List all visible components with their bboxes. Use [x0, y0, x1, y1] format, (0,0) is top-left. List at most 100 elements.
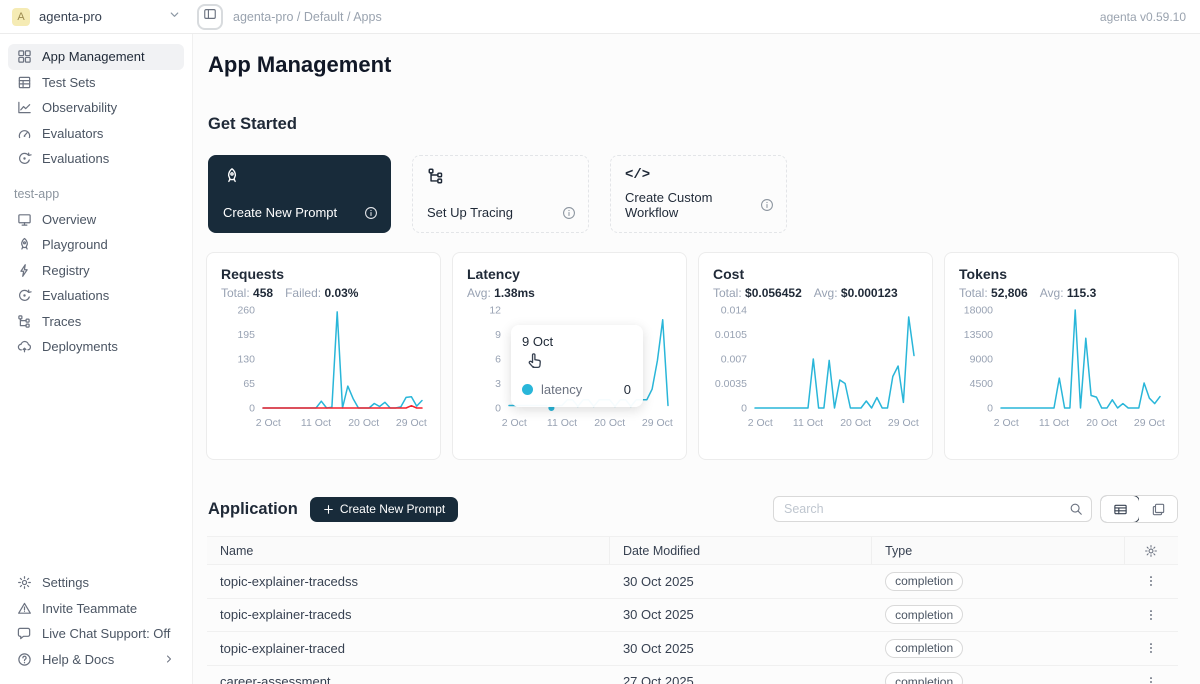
svg-text:195: 195	[237, 329, 255, 341]
create-new-prompt-button[interactable]: Create New Prompt	[310, 497, 458, 522]
type-cell: completion	[872, 639, 1124, 658]
svg-text:20 Oct: 20 Oct	[348, 417, 379, 429]
sidebar-item-registry[interactable]: Registry	[8, 258, 184, 284]
svg-text:9000: 9000	[970, 354, 994, 366]
sidebar-item-evaluations[interactable]: Evaluations	[8, 146, 184, 172]
chart-stats: Total: $0.056452Avg: $0.000123	[713, 286, 918, 300]
sidebar: App Management Test Sets Observability E…	[0, 34, 193, 684]
sidebar-item-observability[interactable]: Observability	[8, 95, 184, 121]
view-toggle	[1100, 495, 1178, 523]
chat-icon	[17, 626, 32, 641]
card-label: Create Custom Workflow	[625, 190, 760, 220]
row-actions-button[interactable]	[1142, 572, 1160, 590]
overview-icon	[17, 212, 32, 227]
column-header-name[interactable]: Name	[207, 537, 610, 564]
row-actions-button[interactable]	[1142, 606, 1160, 624]
application-header: Application Create New Prompt	[208, 495, 1178, 523]
breadcrumb[interactable]: agenta-pro / Default / Apps	[233, 10, 382, 24]
observability-icon	[17, 100, 32, 115]
table-header-row: Name Date Modified Type	[207, 536, 1178, 565]
column-header-date-modified[interactable]: Date Modified	[610, 537, 872, 564]
chart-stats: Total: 458Failed: 0.03%	[221, 286, 426, 300]
create-new-prompt-card[interactable]: Create New Prompt	[208, 155, 391, 233]
tooltip-series-label: latency	[541, 382, 582, 397]
main-content: App Management Get Started Create New Pr…	[193, 34, 1200, 684]
table-view-button[interactable]	[1100, 495, 1140, 523]
card-label: Set Up Tracing	[427, 205, 513, 220]
search-input[interactable]	[784, 502, 1069, 516]
svg-text:0: 0	[249, 403, 255, 415]
sidebar-item-test-sets[interactable]: Test Sets	[8, 70, 184, 96]
sidebar-item-traces[interactable]: Traces	[8, 309, 184, 335]
type-badge: completion	[885, 572, 963, 591]
svg-text:0: 0	[495, 403, 501, 415]
info-icon[interactable]	[760, 198, 774, 212]
svg-text:9: 9	[495, 329, 501, 341]
svg-text:3: 3	[495, 378, 501, 390]
sidebar-item-playground[interactable]: Playground	[8, 232, 184, 258]
row-actions-button[interactable]	[1142, 639, 1160, 657]
table-body: topic-explainer-tracedss 30 Oct 2025 com…	[207, 565, 1178, 684]
table-row-career-assessment[interactable]: career-assessment 27 Oct 2025 completion	[207, 666, 1178, 684]
date-modified-cell: 27 Oct 2025	[610, 674, 872, 684]
sidebar-item-evaluations[interactable]: Evaluations	[8, 283, 184, 309]
table-row-topic-explainer-traced[interactable]: topic-explainer-traced 30 Oct 2025 compl…	[207, 632, 1178, 666]
svg-text:2 Oct: 2 Oct	[994, 417, 1019, 429]
table-row-topic-explainer-tracedss[interactable]: topic-explainer-tracedss 30 Oct 2025 com…	[207, 565, 1178, 599]
chart-stats: Avg: 1.38ms	[467, 286, 672, 300]
test-sets-icon	[17, 75, 32, 90]
requests-chart: 0651301952602 Oct11 Oct20 Oct29 Oct	[221, 304, 428, 436]
sidebar-item-overview[interactable]: Overview	[8, 207, 184, 233]
table-row-topic-explainer-traceds[interactable]: topic-explainer-traceds 30 Oct 2025 comp…	[207, 599, 1178, 633]
evaluators-icon	[17, 126, 32, 141]
info-icon[interactable]	[562, 206, 576, 220]
chart-tooltip: 9 Oct latency 0	[511, 325, 643, 407]
sidebar-footer-nav: Settings Invite Teammate Live Chat Suppo…	[8, 570, 184, 672]
chart-title: Requests	[221, 266, 426, 282]
sidebar-item-deployments[interactable]: Deployments	[8, 334, 184, 360]
sidebar-item-app-management[interactable]: App Management	[8, 44, 184, 70]
cost-chart: 00.00350.0070.01050.0142 Oct11 Oct20 Oct…	[713, 304, 920, 436]
card-view-button[interactable]	[1139, 496, 1177, 522]
tooltip-date: 9 Oct	[522, 334, 632, 349]
sidebar-item-help-docs[interactable]: Help & Docs	[8, 647, 184, 673]
sidebar-item-settings[interactable]: Settings	[8, 570, 184, 596]
tokens-chart: 04500900013500180002 Oct11 Oct20 Oct29 O…	[959, 304, 1166, 436]
evaluations-icon	[17, 288, 32, 303]
type-badge: completion	[885, 639, 963, 658]
table-settings-gear-icon[interactable]	[1144, 544, 1158, 558]
panel-toggle-icon	[203, 7, 217, 26]
chart-title: Latency	[467, 266, 672, 282]
search-icon[interactable]	[1069, 502, 1083, 516]
rocket-icon	[17, 237, 32, 252]
set-up-tracing-card[interactable]: Set Up Tracing	[412, 155, 589, 233]
workspace-switcher[interactable]: A agenta-pro	[0, 8, 193, 26]
chart-title: Cost	[713, 266, 918, 282]
chart-stats: Total: 52,806Avg: 115.3	[959, 286, 1164, 300]
chevron-right-icon	[163, 653, 175, 665]
type-cell: completion	[872, 672, 1124, 684]
sidebar-app-nav: Overview Playground Registry Evaluations…	[8, 207, 184, 360]
sidebar-item-invite-teammate[interactable]: Invite Teammate	[8, 596, 184, 622]
create-custom-workflow-card[interactable]: </> Create Custom Workflow	[610, 155, 787, 233]
chevron-down-icon[interactable]	[168, 8, 181, 26]
type-badge: completion	[885, 605, 963, 624]
app-name-cell: topic-explainer-traced	[207, 641, 610, 656]
sidebar-toggle-button[interactable]	[197, 4, 223, 30]
sidebar-item-live-chat-support-off[interactable]: Live Chat Support: Off	[8, 621, 184, 647]
applications-table: Name Date Modified Type topic-explainer-…	[207, 536, 1178, 684]
svg-text:0: 0	[741, 403, 747, 415]
column-header-type[interactable]: Type	[872, 537, 1124, 564]
svg-text:11 Oct: 11 Oct	[301, 417, 331, 429]
info-icon[interactable]	[364, 206, 378, 220]
traces-icon	[17, 314, 32, 329]
svg-text:11 Oct: 11 Oct	[547, 417, 577, 429]
row-actions-button[interactable]	[1142, 673, 1160, 684]
svg-text:0.0035: 0.0035	[715, 378, 747, 390]
type-cell: completion	[872, 572, 1124, 591]
svg-text:12: 12	[489, 305, 501, 317]
date-modified-cell: 30 Oct 2025	[610, 641, 872, 656]
sidebar-item-evaluators[interactable]: Evaluators	[8, 121, 184, 147]
svg-text:65: 65	[243, 378, 255, 390]
tracing-icon	[427, 167, 574, 185]
